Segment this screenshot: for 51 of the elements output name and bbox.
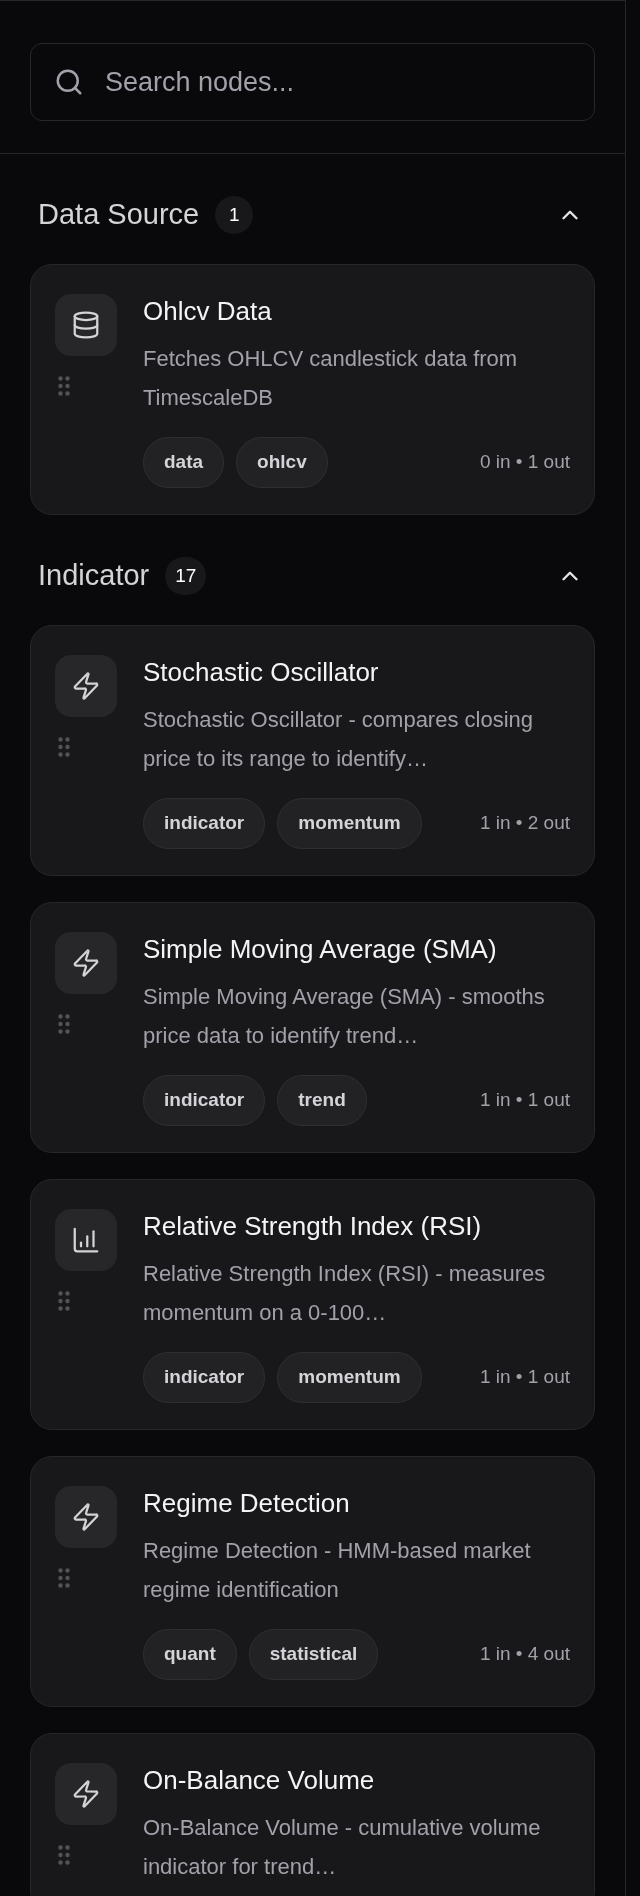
lightning-icon <box>71 1502 101 1532</box>
node-card[interactable]: Regime Detection Regime Detection - HMM-based market regime identification quant statistical 1 in • 4 out <box>30 1456 595 1707</box>
tag-chip: quant <box>143 1629 237 1680</box>
node-description: Relative Strength Index (RSI) - measures momentum on a 0-100… <box>143 1260 547 1327</box>
node-description: Stochastic Oscillator - compares closing price to its range to identify… <box>143 706 535 773</box>
port-count: 1 in • 1 out <box>479 1088 570 1113</box>
port-count: 1 in • 4 out <box>479 1642 570 1667</box>
port-count: 0 in • 1 out <box>479 450 570 475</box>
port-count: 1 in • 2 out <box>479 811 570 836</box>
drag-handle-icon[interactable] <box>58 376 70 396</box>
section-title: Indicator <box>38 558 150 594</box>
tag-chip: data <box>143 437 225 488</box>
port-count: 1 in • 1 out <box>479 1365 570 1390</box>
node-card[interactable]: Stochastic Oscillator Stochastic Oscillator - compares closing price to its range to identify… indicator momentum 1 in • 2 out <box>30 625 595 876</box>
database-icon <box>71 310 101 340</box>
node-card[interactable]: Ohlcv Data Fetches OHLCV candlestick data from TimescaleDB data ohlcv 0 in • 1 out <box>30 264 595 515</box>
tag-chip: indicator <box>143 1352 266 1403</box>
section-title: Data Source <box>38 197 200 233</box>
drag-handle-icon[interactable] <box>58 1568 70 1588</box>
node-card[interactable]: Simple Moving Average (SMA) Simple Moving Average (SMA) - smooths price data to identify trend… indicator trend 1 in • 1 out <box>30 902 595 1153</box>
node-title: Stochastic Oscillator <box>143 656 380 689</box>
count-badge: 1 <box>215 196 254 234</box>
lightning-icon <box>71 1779 101 1809</box>
tag-chip: momentum <box>277 1352 422 1403</box>
drag-handle-icon[interactable] <box>58 1291 70 1311</box>
node-title: Simple Moving Average (SMA) <box>143 933 498 966</box>
drag-handle-icon[interactable] <box>58 1845 70 1865</box>
lightning-icon <box>71 671 101 701</box>
node-title: Regime Detection <box>143 1487 351 1520</box>
tag-chip: momentum <box>277 798 422 849</box>
tag-chip: trend <box>277 1075 367 1126</box>
node-card[interactable]: Relative Strength Index (RSI) Relative Strength Index (RSI) - measures momentum on a 0-100… indicator momentum 1 in • 1 out <box>30 1179 595 1430</box>
node-description: Regime Detection - HMM-based market regime identification <box>143 1537 532 1604</box>
count-badge: 17 <box>165 557 207 595</box>
search-icon <box>54 67 84 97</box>
lightning-icon <box>71 948 101 978</box>
node-title: Ohlcv Data <box>143 295 273 328</box>
node-description: Simple Moving Average (SMA) - smooths price data to identify trend… <box>143 983 546 1050</box>
node-title: On-Balance Volume <box>143 1764 376 1797</box>
node-description: On-Balance Volume - cumulative volume indicator for trend… <box>143 1814 542 1881</box>
bar-chart-icon <box>71 1225 101 1255</box>
tag-chip: statistical <box>248 1629 379 1680</box>
search-field[interactable]: Search nodes... <box>30 43 595 121</box>
drag-handle-icon[interactable] <box>58 1014 70 1034</box>
node-title: Relative Strength Index (RSI) <box>143 1210 483 1243</box>
tag-chip: ohlcv <box>236 437 328 488</box>
tag-chip: indicator <box>143 798 266 849</box>
drag-handle-icon[interactable] <box>58 737 70 757</box>
node-card[interactable]: On-Balance Volume On-Balance Volume - cumulative volume indicator for trend… <box>30 1733 595 1896</box>
node-description: Fetches OHLCV candlestick data from TimescaleDB <box>143 345 519 412</box>
tag-chip: indicator <box>143 1075 266 1126</box>
